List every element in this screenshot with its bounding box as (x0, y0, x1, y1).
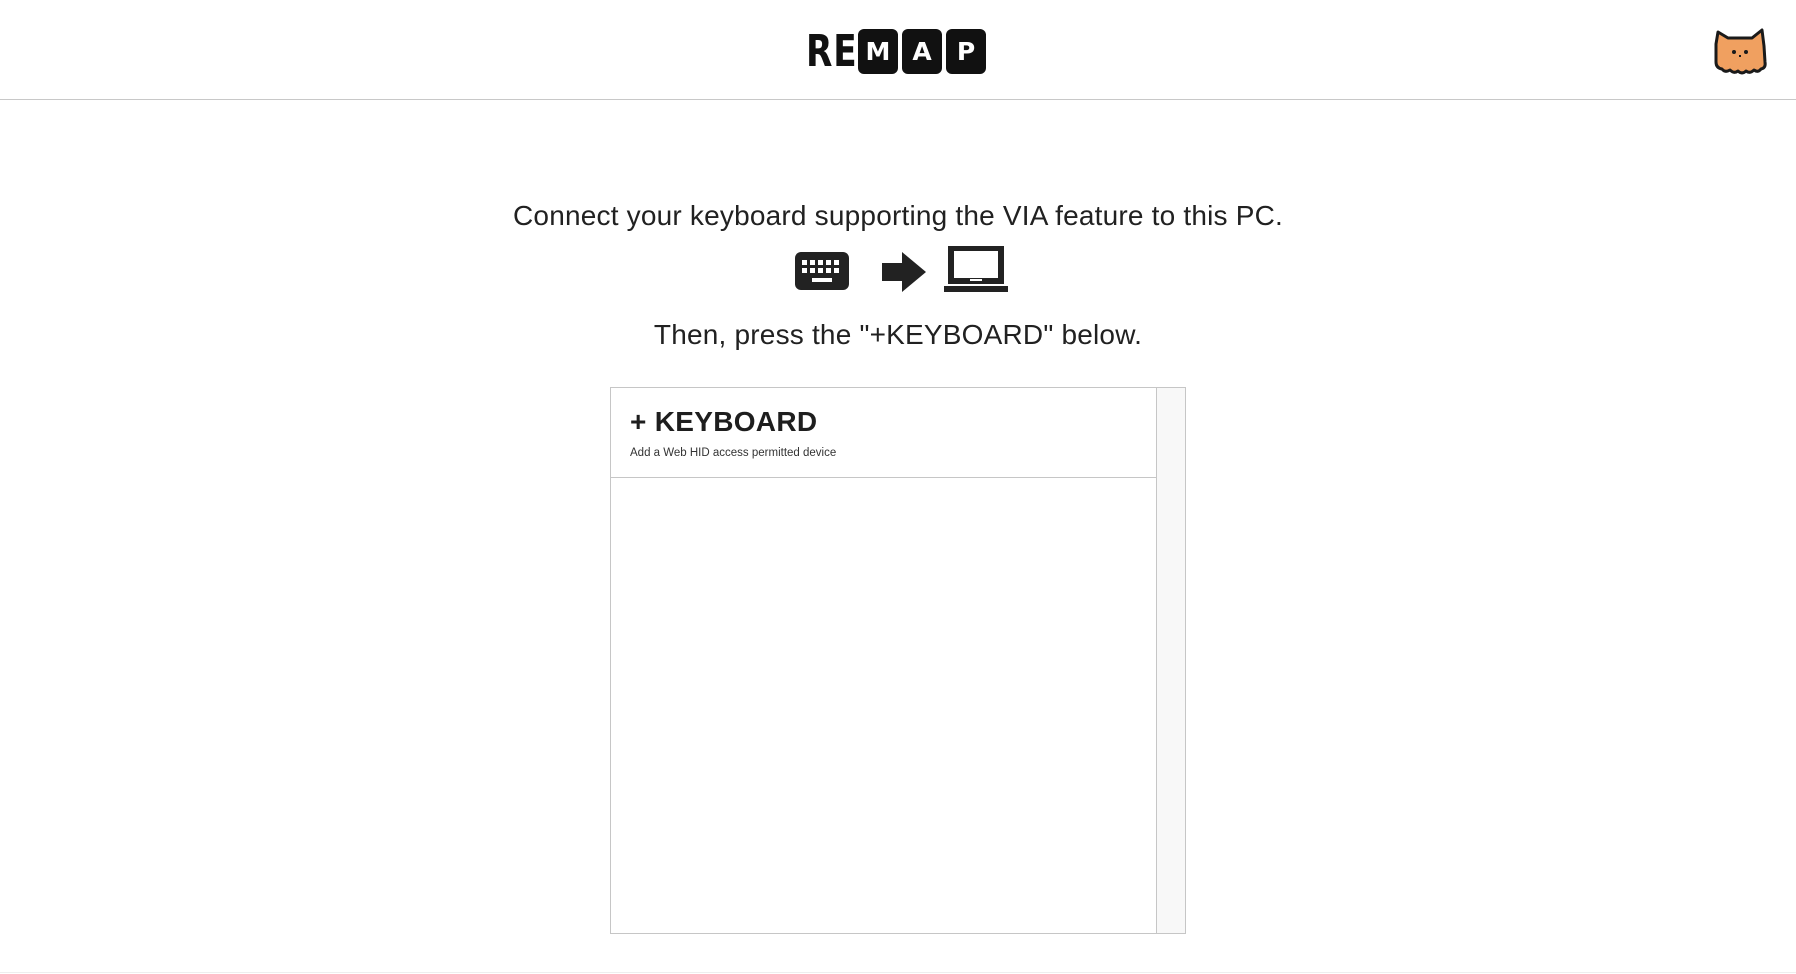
connection-illustration (793, 246, 1008, 294)
footer-divider (0, 972, 1796, 973)
app-header: RE M A P (0, 0, 1796, 100)
logo-text-plain: RE (806, 26, 858, 77)
add-keyboard-title: + KEYBOARD (630, 406, 818, 437)
remap-logo[interactable]: RE M A P (806, 28, 990, 75)
device-list: + KEYBOARD Add a Web HID access permitte… (611, 388, 1157, 933)
device-panel: + KEYBOARD Add a Web HID access permitte… (610, 387, 1186, 934)
logo-letter-box: M (858, 29, 898, 74)
keyboard-icon (795, 252, 849, 290)
arrow-right-icon (882, 252, 926, 292)
press-keyboard-instruction: Then, press the "+KEYBOARD" below. (653, 319, 1143, 350)
add-keyboard-subtitle: Add a Web HID access permitted device (630, 447, 837, 459)
logo-letter-box: A (902, 29, 942, 74)
connect-instruction: Connect your keyboard supporting the VIA… (513, 200, 1283, 231)
cat-mascot-icon[interactable] (1712, 26, 1768, 76)
add-keyboard-button[interactable]: + KEYBOARD Add a Web HID access permitte… (611, 388, 1156, 478)
device-list-scrollbar[interactable] (1157, 388, 1185, 933)
logo-letter-box: P (946, 29, 986, 74)
laptop-icon (944, 246, 1008, 292)
